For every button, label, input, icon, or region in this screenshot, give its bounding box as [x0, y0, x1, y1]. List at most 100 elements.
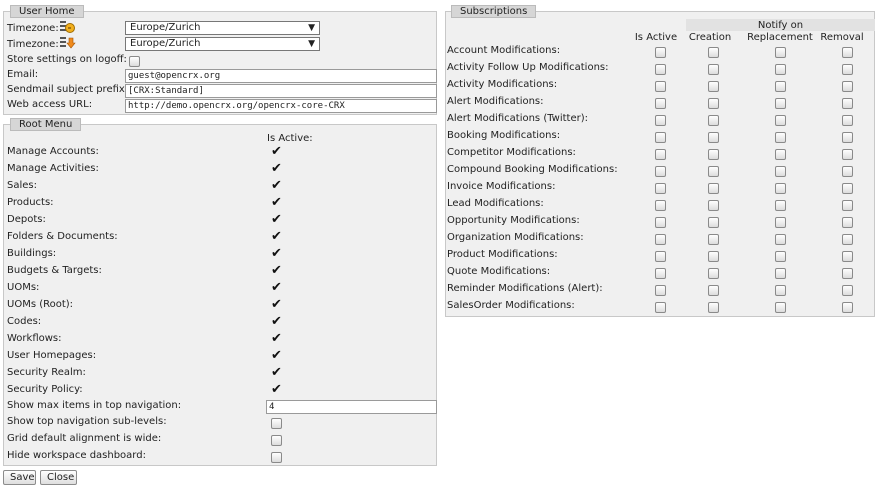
- subscription-creation-checkbox[interactable]: [708, 98, 719, 109]
- subscription-removal-checkbox[interactable]: [842, 268, 853, 279]
- subscription-replacement-checkbox[interactable]: [775, 98, 786, 109]
- email-field[interactable]: guest@opencrx.org: [125, 69, 437, 83]
- subscription-is-active-checkbox[interactable]: [655, 64, 666, 75]
- subscription-creation-checkbox[interactable]: [708, 166, 719, 177]
- subscription-is-active-checkbox[interactable]: [655, 166, 666, 177]
- save-button[interactable]: Save: [3, 470, 36, 485]
- subscription-is-active-checkbox[interactable]: [655, 132, 666, 143]
- subscription-is-active-checkbox[interactable]: [655, 149, 666, 160]
- subscription-is-active-checkbox[interactable]: [655, 183, 666, 194]
- root-menu-item-label: Depots:: [7, 214, 46, 225]
- subscription-removal-checkbox[interactable]: [842, 234, 853, 245]
- subscription-is-active-checkbox[interactable]: [655, 81, 666, 92]
- web-access-url-field[interactable]: http://demo.opencrx.org/opencrx-core-CRX: [125, 99, 437, 113]
- root-menu-item-checkbox[interactable]: ✔: [271, 179, 283, 192]
- subscription-removal-checkbox[interactable]: [842, 149, 853, 160]
- subscription-removal-checkbox[interactable]: [842, 115, 853, 126]
- subscription-row-label: Opportunity Modifications:: [447, 215, 580, 226]
- subscription-is-active-checkbox[interactable]: [655, 285, 666, 296]
- subscription-is-active-checkbox[interactable]: [655, 268, 666, 279]
- subscription-row-label: Alert Modifications:: [447, 96, 544, 107]
- subscription-is-active-checkbox[interactable]: [655, 251, 666, 262]
- root-menu-item-checkbox[interactable]: ✔: [271, 213, 283, 226]
- grid-alignment-checkbox[interactable]: [271, 435, 282, 446]
- subscription-replacement-checkbox[interactable]: [775, 268, 786, 279]
- root-menu-item-label: Sales:: [7, 180, 37, 191]
- subscription-replacement-checkbox[interactable]: [775, 217, 786, 228]
- hide-dashboard-checkbox[interactable]: [271, 452, 282, 463]
- subscription-is-active-checkbox[interactable]: [655, 115, 666, 126]
- subscription-replacement-checkbox[interactable]: [775, 149, 786, 160]
- timezone-select-1[interactable]: Europe/Zurich ▼: [125, 21, 320, 35]
- subscription-removal-checkbox[interactable]: [842, 200, 853, 211]
- subscription-creation-checkbox[interactable]: [708, 81, 719, 92]
- subscription-creation-checkbox[interactable]: [708, 47, 719, 58]
- subscription-removal-checkbox[interactable]: [842, 183, 853, 194]
- root-menu-item-checkbox[interactable]: ✔: [271, 281, 283, 294]
- subscription-creation-checkbox[interactable]: [708, 132, 719, 143]
- subscription-creation-checkbox[interactable]: [708, 234, 719, 245]
- subscription-creation-checkbox[interactable]: [708, 183, 719, 194]
- subscription-creation-checkbox[interactable]: [708, 302, 719, 313]
- col-creation-header: Creation: [688, 32, 732, 43]
- root-menu-item-checkbox[interactable]: ✔: [271, 315, 283, 328]
- root-menu-item-checkbox[interactable]: ✔: [271, 145, 283, 158]
- subscription-creation-checkbox[interactable]: [708, 285, 719, 296]
- close-button[interactable]: Close: [40, 470, 77, 485]
- max-items-field[interactable]: 4: [266, 400, 437, 414]
- subscription-removal-checkbox[interactable]: [842, 302, 853, 313]
- sendmail-prefix-field[interactable]: [CRX:Standard]: [125, 84, 437, 98]
- subscription-is-active-checkbox[interactable]: [655, 217, 666, 228]
- subscription-is-active-checkbox[interactable]: [655, 234, 666, 245]
- root-menu-item-checkbox[interactable]: ✔: [271, 383, 283, 396]
- root-menu-item-checkbox[interactable]: ✔: [271, 366, 283, 379]
- timezone-select-2[interactable]: Europe/Zurich ▼: [125, 37, 320, 51]
- subscription-replacement-checkbox[interactable]: [775, 251, 786, 262]
- subscription-replacement-checkbox[interactable]: [775, 285, 786, 296]
- store-settings-checkbox[interactable]: [129, 56, 140, 67]
- subscription-creation-checkbox[interactable]: [708, 200, 719, 211]
- subscription-creation-checkbox[interactable]: [708, 64, 719, 75]
- subscription-creation-checkbox[interactable]: [708, 268, 719, 279]
- subscription-removal-checkbox[interactable]: [842, 132, 853, 143]
- subscription-replacement-checkbox[interactable]: [775, 200, 786, 211]
- subscription-replacement-checkbox[interactable]: [775, 234, 786, 245]
- subscription-removal-checkbox[interactable]: [842, 81, 853, 92]
- subscription-removal-checkbox[interactable]: [842, 64, 853, 75]
- root-menu-item-checkbox[interactable]: ✔: [271, 230, 283, 243]
- subscription-replacement-checkbox[interactable]: [775, 183, 786, 194]
- subscription-replacement-checkbox[interactable]: [775, 47, 786, 58]
- subscription-creation-checkbox[interactable]: [708, 251, 719, 262]
- subscription-row-label: Activity Modifications:: [447, 79, 558, 90]
- subscription-replacement-checkbox[interactable]: [775, 302, 786, 313]
- subscription-removal-checkbox[interactable]: [842, 98, 853, 109]
- subscription-is-active-checkbox[interactable]: [655, 47, 666, 58]
- subscription-is-active-checkbox[interactable]: [655, 98, 666, 109]
- chevron-down-icon: ▼: [308, 39, 315, 49]
- subscription-removal-checkbox[interactable]: [842, 217, 853, 228]
- subscription-replacement-checkbox[interactable]: [775, 166, 786, 177]
- root-menu-item-checkbox[interactable]: ✔: [271, 349, 283, 362]
- grid-alignment-label: Grid default alignment is wide:: [7, 433, 162, 444]
- subscription-removal-checkbox[interactable]: [842, 251, 853, 262]
- subscription-replacement-checkbox[interactable]: [775, 115, 786, 126]
- root-menu-item-checkbox[interactable]: ✔: [271, 247, 283, 260]
- subscription-removal-checkbox[interactable]: [842, 285, 853, 296]
- subscription-replacement-checkbox[interactable]: [775, 132, 786, 143]
- subscription-creation-checkbox[interactable]: [708, 149, 719, 160]
- subscription-replacement-checkbox[interactable]: [775, 64, 786, 75]
- root-menu-item-checkbox[interactable]: ✔: [271, 264, 283, 277]
- subscription-creation-checkbox[interactable]: [708, 115, 719, 126]
- subscription-removal-checkbox[interactable]: [842, 166, 853, 177]
- sub-levels-checkbox[interactable]: [271, 418, 282, 429]
- subscription-creation-checkbox[interactable]: [708, 217, 719, 228]
- subscription-replacement-checkbox[interactable]: [775, 81, 786, 92]
- subscription-is-active-checkbox[interactable]: [655, 302, 666, 313]
- root-menu-item-label: Buildings:: [7, 248, 57, 259]
- root-menu-item-checkbox[interactable]: ✔: [271, 298, 283, 311]
- root-menu-item-checkbox[interactable]: ✔: [271, 196, 283, 209]
- subscription-removal-checkbox[interactable]: [842, 47, 853, 58]
- root-menu-item-checkbox[interactable]: ✔: [271, 332, 283, 345]
- root-menu-item-checkbox[interactable]: ✔: [271, 162, 283, 175]
- subscription-is-active-checkbox[interactable]: [655, 200, 666, 211]
